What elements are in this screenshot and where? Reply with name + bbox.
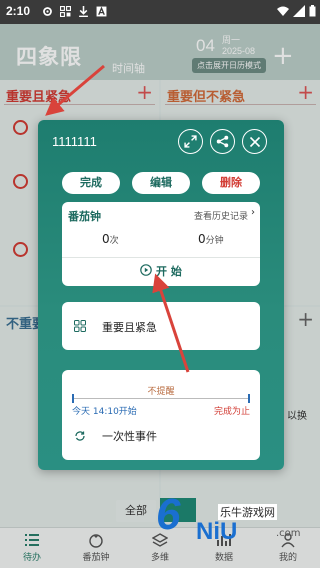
time-range-track[interactable] (72, 398, 250, 399)
share-icon (216, 135, 229, 148)
edit-button[interactable]: 编辑 (132, 172, 190, 194)
expand-button[interactable] (178, 129, 203, 154)
reminder-start-time: 今天 14:10开始 (72, 407, 137, 417)
watermark-six: 6 (156, 490, 181, 539)
share-button[interactable] (210, 129, 235, 154)
task-detail-dialog: 1111111 完成 编辑 删除 番茄钟 查看历史记录 › 0次 0分钟 开 始… (38, 120, 284, 470)
range-start-handle[interactable] (72, 394, 74, 403)
divider (62, 257, 260, 258)
status-bar: 2:10 (0, 0, 320, 24)
pomodoro-card: 番茄钟 查看历史记录 › 0次 0分钟 开 始 (62, 202, 260, 286)
settings-icon (43, 7, 52, 16)
range-end-handle[interactable] (248, 394, 250, 403)
close-icon (249, 136, 260, 147)
wifi-icon (277, 6, 289, 16)
download-icon (79, 6, 88, 17)
pomodoro-minutes-value: 0 (198, 232, 206, 246)
repeat-label[interactable]: 一次性事件 (102, 428, 157, 444)
pomodoro-title: 番茄钟 (68, 210, 101, 223)
reminder-label[interactable]: 不提醒 (62, 384, 260, 397)
expand-icon (184, 135, 197, 148)
pomodoro-count-unit: 次 (109, 236, 119, 246)
complete-button[interactable]: 完成 (62, 172, 120, 194)
action-row: 完成 编辑 删除 (62, 172, 260, 194)
battery-icon (309, 5, 316, 17)
repeat-icon (75, 431, 85, 441)
reminder-card: 不提醒 今天 14:10开始 完成为止 一次性事件 (62, 370, 260, 460)
priority-card[interactable]: 重要且紧急 (62, 302, 260, 350)
start-pomodoro-button[interactable]: 开 始 (156, 263, 182, 279)
signal-icon (293, 5, 305, 17)
play-icon[interactable] (140, 264, 152, 276)
pomodoro-minutes: 0分钟 (198, 232, 224, 246)
delete-button[interactable]: 删除 (202, 172, 260, 194)
task-name: 1111111 (52, 134, 97, 149)
priority-label: 重要且紧急 (102, 321, 157, 334)
chevron-right-icon[interactable]: › (251, 207, 255, 218)
reminder-end-time: 完成为止 (213, 407, 250, 417)
watermark-logo: 6 乐牛游戏网 NiU .com (156, 484, 320, 550)
quadrant-grid-icon (74, 320, 86, 332)
watermark-com: .com (276, 528, 301, 539)
pomodoro-minutes-unit: 分钟 (205, 236, 224, 246)
pomodoro-count-value: 0 (102, 232, 110, 246)
status-time: 2:10 (6, 4, 31, 18)
close-button[interactable] (242, 129, 267, 154)
notification-a-icon (96, 6, 107, 17)
history-link[interactable]: 查看历史记录 (194, 209, 248, 222)
pomodoro-count: 0次 (102, 232, 119, 246)
grid-icon (60, 6, 71, 17)
watermark-en: NiU (196, 518, 238, 545)
